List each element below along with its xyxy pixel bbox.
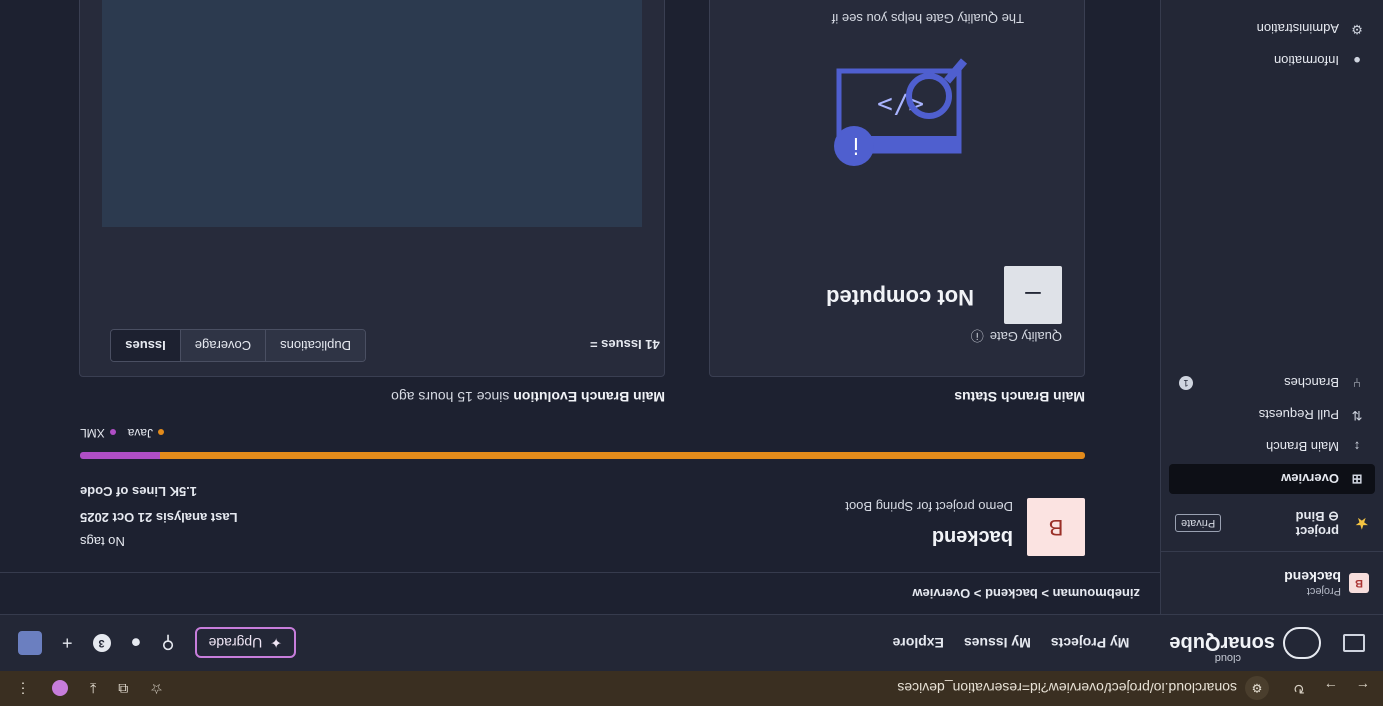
- sidebar-toggle-icon[interactable]: [1343, 634, 1365, 652]
- language-legend: Java XML: [80, 426, 165, 440]
- sidebar-item-label: Main Branch: [1266, 439, 1339, 455]
- quality-gate-status-box: –: [1004, 266, 1062, 324]
- quality-gate-help-text: The Quality Gate helps you see if: [831, 11, 1024, 26]
- project-sidebar: B Project backend ★ project ⊖ Bind Priva…: [1160, 0, 1383, 614]
- bind-project-row: ★ project ⊖ Bind Private: [1161, 496, 1383, 551]
- url-text: sonarcloud.io/project/overview?id=reserv…: [897, 680, 1237, 697]
- sidebar-item-label: Branches: [1284, 375, 1339, 391]
- info-icon: ●: [1353, 53, 1361, 69]
- sidebar-item-label: Administration: [1256, 21, 1339, 37]
- search-icon[interactable]: ⚲: [161, 633, 174, 654]
- main-branch-status-panel: Quality Gate ⓘ – Not computed </> i The Q…: [709, 0, 1085, 377]
- project-avatar-large: B: [1027, 498, 1085, 556]
- info-circle-icon[interactable]: ⓘ: [971, 327, 984, 346]
- evolution-chart-area: [102, 0, 642, 227]
- sonarqube-logo[interactable]: sonarQube cloud: [1169, 627, 1321, 665]
- language-bar-xml: [80, 452, 161, 459]
- nav-my-issues[interactable]: My Issues: [964, 635, 1031, 651]
- tab-issues[interactable]: Issues: [111, 330, 181, 361]
- nav-my-projects[interactable]: My Projects: [1051, 635, 1130, 651]
- upgrade-button[interactable]: ✦ Upgrade: [194, 627, 297, 659]
- quality-gate-label: Quality Gate ⓘ: [970, 327, 1062, 346]
- legend-java: Java: [128, 426, 165, 440]
- sidebar-item-main-branch[interactable]: ↕ Main Branch: [1169, 432, 1375, 462]
- extensions-icon[interactable]: ⧉: [118, 680, 128, 697]
- upgrade-icon: ✦: [270, 635, 283, 652]
- nav-explore[interactable]: Explore: [893, 635, 944, 651]
- legend-xml: XML: [80, 426, 116, 440]
- code-review-illustration-icon: </> i: [819, 46, 969, 171]
- sidebar-item-administration[interactable]: ⚙ Administration: [1169, 14, 1375, 44]
- sidebar-item-information[interactable]: ● Information: [1169, 46, 1375, 76]
- user-avatar[interactable]: [18, 631, 42, 655]
- visibility-badge: Private: [1175, 514, 1222, 533]
- grid-icon: ⊞: [1351, 472, 1363, 487]
- sidebar-item-pull-requests[interactable]: ⇅ Pull Requests: [1169, 400, 1375, 430]
- sidebar-item-overview[interactable]: ⊞ Overview: [1169, 464, 1375, 494]
- sonarqube-logo-icon: [1283, 627, 1321, 659]
- gear-icon: ⚙: [1351, 22, 1363, 37]
- tab-duplications[interactable]: Duplications: [266, 330, 365, 361]
- bookmark-star-icon[interactable]: ☆: [150, 680, 163, 697]
- browser-menu-icon[interactable]: ⋮: [16, 680, 30, 697]
- project-name: backend: [1284, 569, 1341, 585]
- sidebar-item-label: Overview: [1281, 471, 1339, 487]
- project-kind: Project: [1306, 585, 1341, 597]
- bind-link[interactable]: ⊖ Bind: [1296, 508, 1339, 524]
- brand-name: sonarQube cloud: [1169, 632, 1275, 665]
- issues-count: 41 Issues =: [590, 337, 660, 352]
- branch-icon: ↕: [1353, 439, 1361, 455]
- sidebar-item-label: Information: [1273, 53, 1339, 69]
- quality-gate-status: Not computed: [826, 285, 974, 310]
- site-settings-icon[interactable]: ⚙: [1245, 676, 1269, 701]
- sidebar-item-label: Pull Requests: [1258, 407, 1339, 423]
- svg-text:i: i: [853, 132, 859, 157]
- sidebar-item-branches[interactable]: ⑂ Branches 1: [1169, 368, 1375, 398]
- sidebar-project-header[interactable]: B Project backend: [1161, 551, 1383, 614]
- back-icon[interactable]: ←: [1351, 681, 1375, 697]
- help-icon[interactable]: ●: [131, 633, 142, 654]
- branches-icon: ⑂: [1353, 375, 1361, 391]
- project-avatar: B: [1349, 573, 1369, 593]
- app-header: sonarQube cloud My Projects My Issues Exp…: [0, 614, 1383, 671]
- download-icon[interactable]: ⤓: [90, 680, 96, 697]
- breadcrumb[interactable]: zinebmouman > backend > Overview: [0, 572, 1160, 614]
- bind-target: project: [1295, 524, 1339, 539]
- main-branch-evolution-panel: Duplications Coverage Issues 41 Issues =: [79, 0, 665, 377]
- brand-sub: cloud: [1214, 652, 1241, 665]
- main-branch-status-title: Main Branch Status: [954, 389, 1085, 405]
- evolution-tabs: Duplications Coverage Issues: [110, 329, 366, 362]
- last-analysis: Last analysis 21 Oct 2025: [80, 510, 238, 525]
- project-overview: B backend Demo project for Spring Boot N…: [0, 0, 1160, 571]
- profile-icon[interactable]: [52, 680, 68, 697]
- address-bar[interactable]: ⚙ sonarcloud.io/project/overview?id=rese…: [219, 676, 1269, 702]
- project-description: Demo project for Spring Boot: [845, 499, 1013, 514]
- tab-coverage[interactable]: Coverage: [180, 330, 267, 361]
- branches-count-badge: 1: [1179, 376, 1193, 390]
- lines-of-code: 1.5K Lines of Code: [80, 484, 198, 499]
- main-branch-evolution-title: Main Branch Evolution since 15 hours ago: [391, 389, 665, 405]
- notification-badge[interactable]: 3: [92, 634, 111, 652]
- forward-icon[interactable]: →: [1319, 681, 1343, 697]
- reload-icon[interactable]: ↻: [1287, 680, 1311, 697]
- project-title: backend: [931, 526, 1013, 548]
- language-bar-java: [160, 452, 1085, 459]
- language-distribution-bar: [80, 452, 1085, 459]
- add-icon[interactable]: +: [62, 633, 73, 654]
- browser-toolbar: ← → ↻ ⚙ sonarcloud.io/project/overview?i…: [0, 671, 1383, 706]
- pull-request-icon: ⇅: [1351, 408, 1363, 423]
- project-tags[interactable]: No tags: [80, 534, 125, 549]
- favorite-star-icon[interactable]: ★: [1349, 514, 1369, 534]
